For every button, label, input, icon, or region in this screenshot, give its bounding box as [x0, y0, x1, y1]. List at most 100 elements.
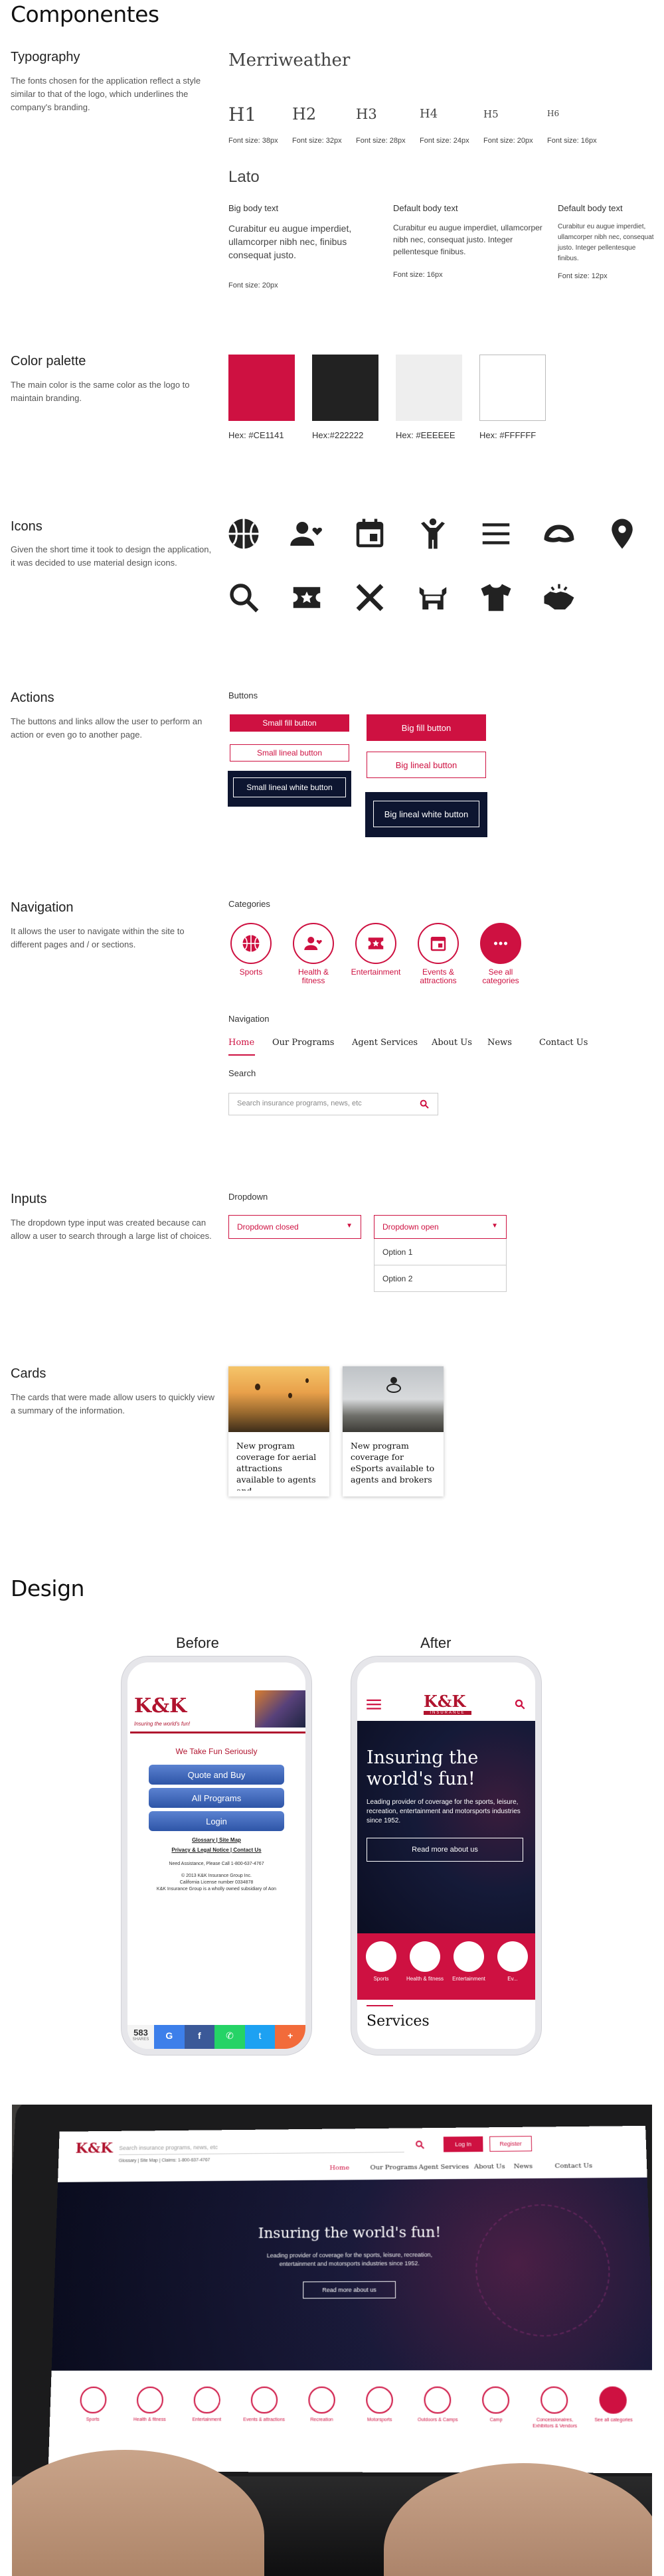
twitter-share-icon[interactable]: t	[245, 2025, 276, 2049]
category-icon-circle	[497, 1941, 528, 1972]
actions-desc: The buttons and links allow the user to …	[11, 715, 216, 742]
old-all-programs-button[interactable]: All Programs	[149, 1788, 284, 1808]
dropdown-open[interactable]: Dropdown open ▼	[374, 1215, 507, 1239]
laptop-category-label: See all categories	[590, 2417, 638, 2423]
news-card[interactable]: New program coverage for eSports availab…	[343, 1366, 444, 1496]
laptop-register-button[interactable]: Register	[489, 2136, 532, 2152]
laptop-category-5[interactable]: Motorsports	[356, 2387, 403, 2423]
laptop-category-9[interactable]: See all categories	[589, 2386, 638, 2423]
old-links-1[interactable]: Glossary | Site Map	[127, 1837, 305, 1843]
old-fun-text: We Take Fun Seriously	[127, 1747, 305, 1756]
old-login-button[interactable]: Login	[149, 1811, 284, 1831]
nav-item-agent-services[interactable]: Agent Services	[352, 1038, 418, 1048]
basketball-icon	[241, 933, 261, 953]
laptop-search[interactable]: Search insurance programs, news, etc	[119, 2138, 404, 2155]
typography-title: Typography	[11, 50, 80, 65]
components-title: Componentes	[11, 1, 159, 27]
big-lineal-button[interactable]: Big lineal button	[367, 752, 486, 778]
nav-item-news[interactable]: News	[487, 1038, 512, 1048]
before-label: Before	[176, 1635, 219, 1652]
laptop-category-2[interactable]: Entertainment	[183, 2387, 230, 2423]
location-pin-icon	[604, 516, 640, 552]
new-logo-sub: INSURANCE	[424, 1711, 471, 1715]
heading-sample: H3	[356, 106, 377, 122]
old-header: K&K Insuring the world's fun!	[130, 1689, 309, 1742]
serif-font-name: Merriweather	[228, 50, 350, 70]
laptop-category-7[interactable]: Camp	[472, 2387, 520, 2423]
new-category-2[interactable]: Entertainment	[449, 1941, 489, 1982]
heading-size: Font size: 20px	[483, 137, 533, 145]
body-sample-text: Curabitur eu augue imperdiet, ullamcorpe…	[393, 222, 546, 258]
category-entertainment[interactable]: Entertainment	[349, 923, 402, 977]
facebook-share-icon[interactable]: f	[185, 2025, 215, 2049]
laptop-category-4[interactable]: Recreation	[298, 2387, 345, 2423]
new-hero-title: Insuring the world's fun!	[367, 1747, 526, 1790]
more-share-icon[interactable]: +	[275, 2025, 305, 2049]
new-category-3[interactable]: Ev...	[493, 1941, 533, 1982]
category-icon-circle	[137, 2387, 164, 2413]
new-category-1[interactable]: Health & fitness	[405, 1941, 445, 1982]
after-phone: K&K INSURANCE Insuring the world's fun! …	[351, 1656, 541, 2055]
color-hex-label: Hex: #CE1141	[228, 430, 284, 440]
search-icon[interactable]	[414, 2140, 425, 2150]
menu-icon[interactable]	[367, 1698, 381, 1710]
laptop-nav-item[interactable]: Our Programs	[371, 2164, 418, 2171]
small-lineal-button[interactable]: Small lineal button	[230, 744, 349, 762]
category-events[interactable]: Events & attractions	[412, 923, 465, 985]
laptop-nav-item[interactable]: News	[514, 2163, 533, 2170]
laptop-category-label: Outdoors & Camps	[414, 2417, 461, 2423]
laptop-login-button[interactable]: Log In	[444, 2136, 483, 2152]
balloons-image	[228, 1366, 329, 1432]
nav-item-about-us[interactable]: About Us	[432, 1038, 472, 1048]
dropdown-option[interactable]: Option 1	[374, 1239, 506, 1265]
laptop-category-1[interactable]: Health & fitness	[126, 2387, 173, 2423]
search-icon	[226, 580, 262, 615]
search-icon[interactable]	[419, 1099, 430, 1109]
dropdown-option[interactable]: Option 2	[374, 1265, 506, 1292]
calendar-icon	[352, 516, 388, 552]
new-hero-sub: Leading provider of coverage for the spo…	[367, 1798, 526, 1826]
color-hex-label: Hex: #EEEEEE	[396, 430, 456, 440]
laptop-nav-item[interactable]: Contact Us	[554, 2162, 592, 2170]
nav-item-our-programs[interactable]: Our Programs	[272, 1038, 334, 1048]
laptop-category-8[interactable]: Concessionaires, Exhibitors & Vendors	[530, 2387, 578, 2430]
category-icon-circle	[366, 2387, 393, 2414]
category-see-all[interactable]: See all categories	[474, 923, 527, 985]
google-share-icon[interactable]: G	[154, 2025, 185, 2049]
laptop-category-6[interactable]: Outdoors & Camps	[414, 2387, 461, 2423]
old-quote-and-buy-button[interactable]: Quote and Buy	[149, 1765, 284, 1785]
search-input[interactable]: Search insurance programs, news, etc	[237, 1099, 362, 1107]
big-lineal-white-button[interactable]: Big lineal white button	[373, 801, 479, 827]
small-fill-button[interactable]: Small fill button	[230, 714, 349, 732]
laptop-logo: K&K	[75, 2140, 113, 2156]
new-category-label: Entertainment	[449, 1976, 489, 1982]
laptop-category-label: Health & fitness	[126, 2417, 173, 2423]
heading-size: Font size: 16px	[547, 137, 597, 145]
big-fill-button[interactable]: Big fill button	[367, 714, 486, 741]
category-sports[interactable]: Sports	[224, 923, 278, 977]
nav-item-home[interactable]: Home	[228, 1038, 254, 1048]
laptop-category-0[interactable]: Sports	[70, 2387, 117, 2423]
stadium-icon	[415, 580, 451, 615]
body-sample-size: Font size: 20px	[228, 282, 278, 289]
laptop-read-more-button[interactable]: Read more about us	[303, 2281, 396, 2298]
laptop-nav-item[interactable]: Agent Services	[419, 2164, 469, 2171]
small-lineal-white-button[interactable]: Small lineal white button	[233, 777, 346, 797]
search-box[interactable]: Search insurance programs, news, etc	[228, 1093, 438, 1115]
old-links-2[interactable]: Privacy & Legal Notice | Contact Us	[127, 1847, 305, 1853]
search-icon[interactable]	[514, 1698, 526, 1710]
category-health[interactable]: Health & fitness	[287, 923, 340, 985]
read-more-button[interactable]: Read more about us	[367, 1838, 523, 1862]
laptop-nav-item[interactable]: About Us	[474, 2163, 505, 2170]
typography-desc: The fonts chosen for the application ref…	[11, 74, 216, 114]
new-category-0[interactable]: Sports	[361, 1941, 401, 1982]
laptop-nav-item[interactable]: Home	[329, 2164, 349, 2172]
whatsapp-share-icon[interactable]: ✆	[214, 2025, 245, 2049]
nav-item-contact-us[interactable]: Contact Us	[539, 1038, 588, 1048]
news-card[interactable]: New program coverage for aerial attracti…	[228, 1366, 329, 1496]
ticket-star-icon	[289, 580, 325, 615]
category-icon-circle	[308, 2387, 335, 2414]
category-label: Health & fitness	[287, 968, 340, 985]
laptop-category-3[interactable]: Events & attractions	[240, 2387, 288, 2423]
dropdown-closed[interactable]: Dropdown closed ▼	[228, 1215, 361, 1239]
